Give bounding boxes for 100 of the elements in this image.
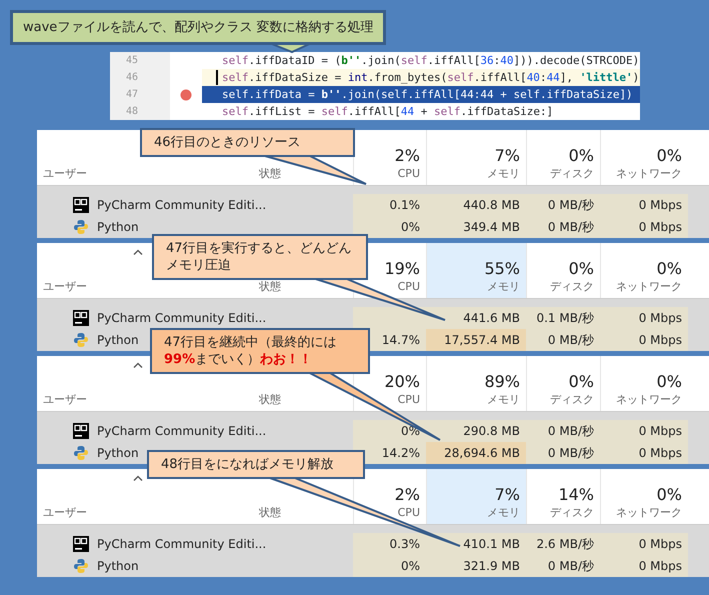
process-name: PyCharm Community Editi... — [97, 197, 266, 214]
column-percent: 7% — [494, 484, 520, 505]
callout-text: 48行目をになればメモリ解放 — [161, 456, 335, 473]
table-cell: 0.1% — [353, 194, 426, 216]
sort-caret-icon[interactable] — [133, 249, 143, 255]
process-name: Python — [97, 219, 139, 236]
breakpoint-icon[interactable] — [180, 88, 192, 100]
table-cell: 0.3% — [353, 533, 426, 555]
column-percent: 7% — [494, 145, 520, 166]
table-cell: 410.1 MB — [426, 533, 526, 555]
column-label[interactable]: 状態 — [259, 505, 347, 520]
table-cell: 17,557.4 MB — [426, 329, 526, 351]
column-label[interactable]: 状態 — [259, 392, 347, 407]
process-name: Python — [97, 445, 139, 462]
table-cell: 290.8 MB — [426, 420, 526, 442]
column-label[interactable]: ユーザー — [43, 166, 247, 181]
column-percent: 2% — [394, 145, 420, 166]
column-percent: 89% — [484, 371, 520, 392]
code-text: self.iffList = self.iffAll[44 + self.iffDataSize:] — [222, 104, 554, 120]
table-cell: 0 MB/秒 — [526, 420, 600, 442]
process-name: Python — [97, 558, 139, 575]
column-percent: 55% — [484, 258, 520, 279]
snake-logo-icon — [73, 558, 89, 574]
column-label[interactable]: ディスク — [550, 166, 594, 181]
column-label[interactable]: メモリ — [487, 392, 520, 407]
app-icon — [73, 536, 89, 552]
column-percent: 14% — [558, 484, 594, 505]
column-label[interactable]: CPU — [398, 392, 420, 407]
column-label[interactable]: CPU — [398, 166, 420, 181]
column-percent: 2% — [394, 484, 420, 505]
column-label[interactable]: CPU — [398, 505, 420, 520]
table-cell: 0 Mbps — [600, 307, 688, 329]
table-cell: 0 MB/秒 — [526, 216, 600, 238]
column-percent: 0% — [656, 484, 682, 505]
table-cell: 0 MB/秒 — [526, 555, 600, 577]
column-label[interactable]: ユーザー — [43, 279, 247, 294]
line-number: 47 — [110, 86, 170, 103]
sort-caret-icon[interactable] — [133, 475, 143, 481]
column-label[interactable]: ネットワーク — [616, 279, 682, 294]
snake-logo-icon — [73, 219, 89, 235]
column-label[interactable]: ディスク — [550, 392, 594, 407]
code-text: self.iffData = b''.join(self.iffAll[44:44 + self.iffDataSize]) — [222, 87, 633, 103]
table-cell: 0 Mbps — [600, 420, 688, 442]
code-text: self.iffDataID = (b''.join(self.iffAll[36:40])).decode(STRCODE) — [222, 53, 640, 69]
column-label[interactable]: ディスク — [550, 505, 594, 520]
sort-caret-icon[interactable] — [133, 362, 143, 368]
line-number: 45 — [110, 52, 170, 69]
snake-logo-icon — [73, 332, 89, 348]
app-icon — [73, 310, 89, 326]
table-cell: 0 Mbps — [600, 442, 688, 464]
table-cell: 0 MB/秒 — [526, 442, 600, 464]
table-cell: 0 Mbps — [600, 216, 688, 238]
table-cell: 0.1 MB/秒 — [526, 307, 600, 329]
table-cell: 440.8 MB — [426, 194, 526, 216]
column-percent: 20% — [384, 371, 420, 392]
snake-logo-icon — [73, 445, 89, 461]
table-cell: 0 MB/秒 — [526, 329, 600, 351]
table-cell: 349.4 MB — [426, 216, 526, 238]
process-name: PyCharm Community Editi... — [97, 310, 266, 327]
table-cell: 2.6 MB/秒 — [526, 533, 600, 555]
column-label[interactable]: メモリ — [487, 505, 520, 520]
callout-text: 46行目のときのリソース — [154, 134, 302, 151]
column-label[interactable]: ネットワーク — [616, 505, 682, 520]
column-percent: 0% — [568, 371, 594, 392]
table-cell: 0% — [353, 216, 426, 238]
callout-text: 47行目を継続中（最終的には — [164, 334, 338, 351]
column-percent: 19% — [384, 258, 420, 279]
column-label[interactable]: 状態 — [259, 166, 347, 181]
column-label[interactable]: ユーザー — [43, 505, 247, 520]
process-name: Python — [97, 332, 139, 349]
callout-text: メモリ圧迫 — [166, 257, 232, 274]
column-percent: 0% — [568, 258, 594, 279]
line-number: 46 — [110, 69, 170, 86]
column-label[interactable]: ネットワーク — [616, 166, 682, 181]
column-label[interactable]: ネットワーク — [616, 392, 682, 407]
process-name: PyCharm Community Editi... — [97, 423, 266, 440]
app-icon — [73, 423, 89, 439]
table-cell: 28,694.6 MB — [426, 442, 526, 464]
table-cell: 0 Mbps — [600, 533, 688, 555]
table-cell: 0% — [353, 420, 426, 442]
table-cell: 0 MB/秒 — [526, 194, 600, 216]
column-percent: 0% — [656, 371, 682, 392]
column-label[interactable]: ユーザー — [43, 392, 247, 407]
table-cell: 0% — [353, 555, 426, 577]
line-number: 48 — [110, 103, 170, 120]
column-percent: 0% — [568, 145, 594, 166]
column-percent: 0% — [656, 258, 682, 279]
callout-text: 99%までいく）わお！！ — [164, 351, 314, 368]
table-cell: 321.9 MB — [426, 555, 526, 577]
table-cell: 0 Mbps — [600, 555, 688, 577]
column-label[interactable]: メモリ — [487, 166, 520, 181]
column-label[interactable]: CPU — [398, 279, 420, 294]
column-label[interactable]: メモリ — [487, 279, 520, 294]
app-icon — [73, 197, 89, 213]
code-text: self.iffDataSize = int.from_bytes(self.iffAll[40:44], 'little') — [222, 70, 640, 86]
process-name: PyCharm Community Editi... — [97, 536, 266, 553]
callout-text: 47行目を実行すると、どんどん — [166, 240, 353, 257]
table-cell: 0 Mbps — [600, 329, 688, 351]
column-label[interactable]: ディスク — [550, 279, 594, 294]
column-percent: 0% — [656, 145, 682, 166]
